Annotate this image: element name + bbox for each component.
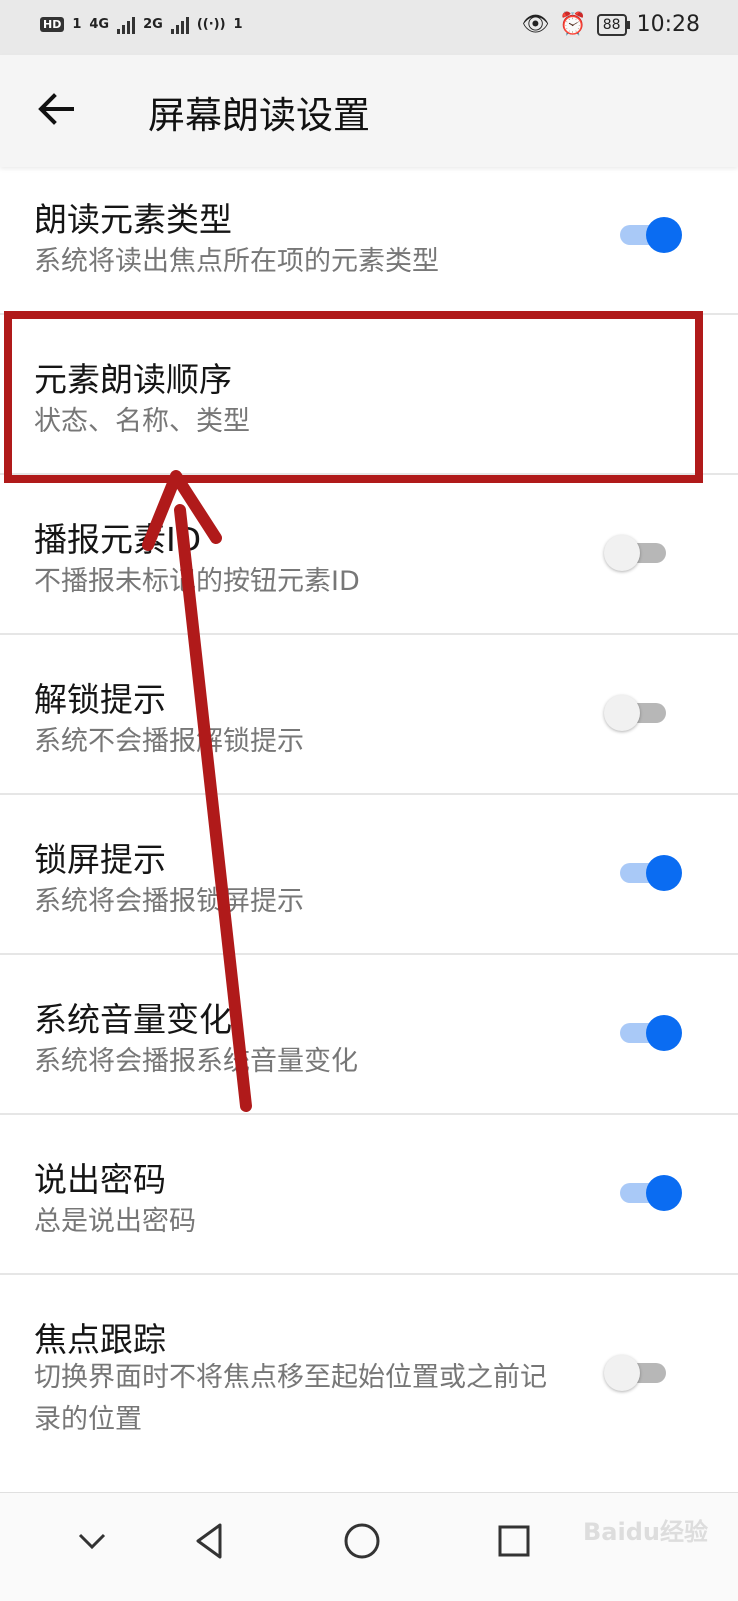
setting-read-element-type[interactable]: 朗读元素类型 系统将读出焦点所在项的元素类型: [0, 167, 738, 313]
toggle-switch-on[interactable]: [620, 1015, 684, 1051]
clock-time: 10:28: [636, 12, 700, 37]
status-right: 👁 ⏰ 88 10:28: [521, 12, 700, 37]
toggle-switch-on[interactable]: [620, 1175, 684, 1211]
home-circle-icon[interactable]: [336, 1515, 388, 1567]
hd-badge: HD: [40, 16, 65, 32]
setting-title: 焦点跟踪: [34, 1320, 166, 1359]
hotspot-count: 1: [233, 16, 243, 32]
back-arrow-icon[interactable]: [34, 87, 78, 131]
app-header: 屏幕朗读设置: [0, 55, 738, 167]
hotspot-icon: ((·)): [196, 16, 226, 32]
setting-title: 播报元素ID: [34, 520, 202, 559]
status-bar: HD 1 4G 2G ((·)) 1 👁 ⏰ 88 10:28: [0, 0, 738, 55]
setting-subtitle: 系统将读出焦点所在项的元素类型: [34, 246, 439, 277]
signal-icon: [117, 14, 136, 34]
toggle-switch-off[interactable]: [604, 695, 668, 731]
highlight-annotation-box: [4, 311, 703, 483]
setting-unlock-hint[interactable]: 解锁提示 系统不会播报解锁提示: [0, 635, 738, 793]
setting-subtitle: 系统将会播报锁屏提示: [34, 886, 304, 917]
setting-subtitle: 总是说出密码: [34, 1206, 196, 1237]
setting-subtitle: 不播报未标记的按钮元素ID: [34, 566, 360, 597]
toggle-switch-on[interactable]: [620, 217, 684, 253]
network-2g-label: 2G: [143, 16, 163, 32]
setting-title: 锁屏提示: [34, 840, 166, 879]
toggle-switch-off[interactable]: [604, 535, 668, 571]
setting-announce-element-id[interactable]: 播报元素ID 不播报未标记的按钮元素ID: [0, 475, 738, 633]
alarm-icon: ⏰: [559, 12, 587, 37]
setting-focus-tracking[interactable]: 焦点跟踪 切换界面时不将焦点移至起始位置或之前记录的位置: [0, 1275, 738, 1485]
sim1-label: 1: [72, 16, 82, 32]
battery-icon: 88: [596, 13, 630, 36]
setting-title: 朗读元素类型: [34, 200, 232, 239]
setting-speak-password[interactable]: 说出密码 总是说出密码: [0, 1115, 738, 1273]
network-4g-label: 4G: [89, 16, 110, 32]
eye-icon: 👁: [521, 12, 550, 37]
toggle-switch-on[interactable]: [620, 855, 684, 891]
setting-title: 解锁提示: [34, 680, 166, 719]
baidu-watermark: Baidu经验: [583, 1518, 708, 1546]
status-left: HD 1 4G 2G ((·)) 1: [40, 14, 243, 34]
setting-title: 系统音量变化: [34, 1000, 232, 1039]
setting-subtitle: 系统不会播报解锁提示: [34, 726, 304, 757]
setting-title: 说出密码: [34, 1160, 166, 1199]
toggle-switch-off[interactable]: [604, 1355, 668, 1391]
setting-lockscreen-hint[interactable]: 锁屏提示 系统将会播报锁屏提示: [0, 795, 738, 953]
recent-apps-square-icon[interactable]: [488, 1515, 540, 1567]
back-triangle-icon[interactable]: [184, 1515, 236, 1567]
setting-subtitle: 系统将会播报系统音量变化: [34, 1046, 358, 1077]
setting-system-volume-change[interactable]: 系统音量变化 系统将会播报系统音量变化: [0, 955, 738, 1113]
setting-subtitle: 切换界面时不将焦点移至起始位置或之前记录的位置: [34, 1362, 547, 1435]
signal-2-icon: [170, 14, 189, 34]
chevron-down-icon[interactable]: [66, 1515, 118, 1567]
page-title: 屏幕朗读设置: [148, 94, 370, 137]
